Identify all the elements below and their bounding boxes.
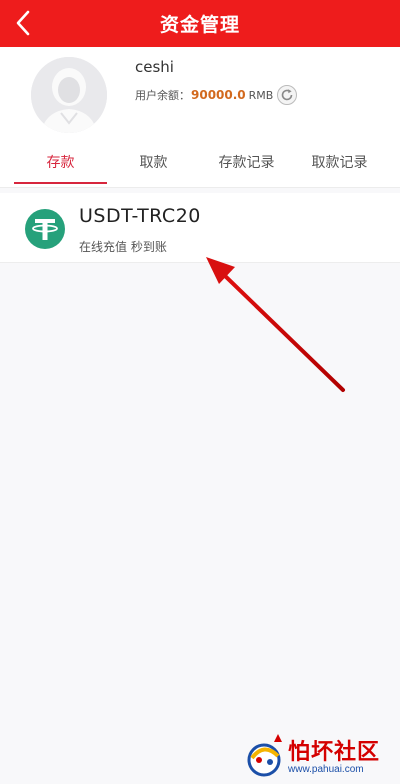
tab-withdraw-records[interactable]: 取款记录: [293, 137, 386, 187]
balance-amount: 90000.0: [191, 88, 246, 102]
divider: [0, 187, 400, 188]
header-bar: 资金管理: [0, 0, 400, 47]
balance-label: 用户余额：: [135, 89, 190, 102]
tab-deposit-records[interactable]: 存款记录: [200, 137, 293, 187]
user-avatar-icon: [31, 57, 107, 133]
deposit-method-title: USDT-TRC20: [79, 205, 201, 227]
tab-withdraw[interactable]: 取款: [107, 137, 200, 187]
back-button[interactable]: [8, 8, 38, 38]
annotation-arrow: [206, 257, 345, 392]
watermark-title: 怕坏社区: [288, 740, 381, 765]
tab-deposit[interactable]: 存款: [14, 137, 107, 187]
refresh-balance-button[interactable]: [277, 85, 298, 105]
balance-unit: RMB: [248, 88, 274, 102]
watermark-url: www.pahuai.com: [288, 764, 364, 775]
refresh-icon: [282, 89, 293, 101]
avatar: [31, 57, 107, 133]
username: ceshi: [135, 58, 174, 76]
tab-bar: 存款 取款 存款记录 取款记录: [0, 137, 400, 187]
tether-usdt-icon: [25, 209, 65, 249]
chevron-left-icon: [16, 10, 30, 36]
profile-section: ceshi 用户余额： 90000.0 RMB: [0, 47, 400, 137]
watermark: 怕坏社区 www.pahuai.com: [244, 732, 400, 784]
deposit-method-description: 在线充值 秒到账: [79, 240, 167, 254]
page-title: 资金管理: [159, 14, 240, 36]
balance-row: 用户余额： 90000.0 RMB: [135, 85, 298, 105]
pahuai-logo-icon: [247, 734, 282, 777]
